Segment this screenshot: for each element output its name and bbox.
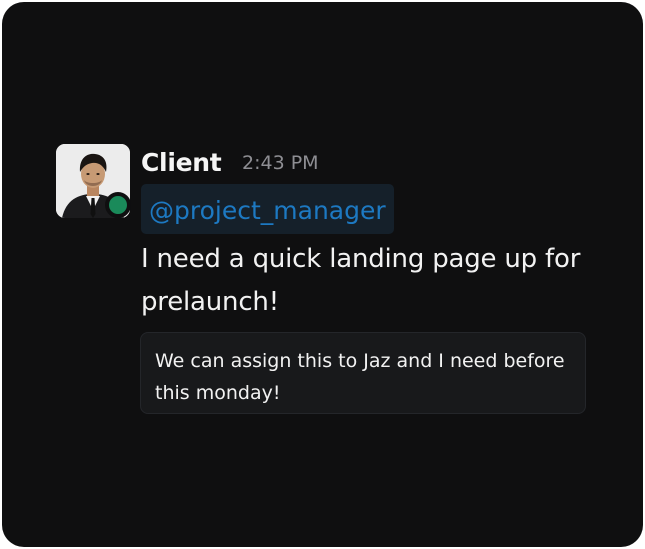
sender-name[interactable]: Client	[141, 148, 222, 177]
mention-tag[interactable]: @project_manager	[141, 184, 394, 234]
message-timestamp[interactable]: 2:43 PM	[242, 152, 319, 174]
message-card: Client 2:43 PM @project_manager I need a…	[2, 2, 643, 547]
online-status-icon	[105, 192, 131, 218]
quoted-message: We can assign this to Jaz and I need bef…	[140, 332, 586, 414]
message-text: I need a quick landing page up for prela…	[141, 244, 581, 317]
quoted-message-text: We can assign this to Jaz and I need bef…	[155, 350, 565, 404]
